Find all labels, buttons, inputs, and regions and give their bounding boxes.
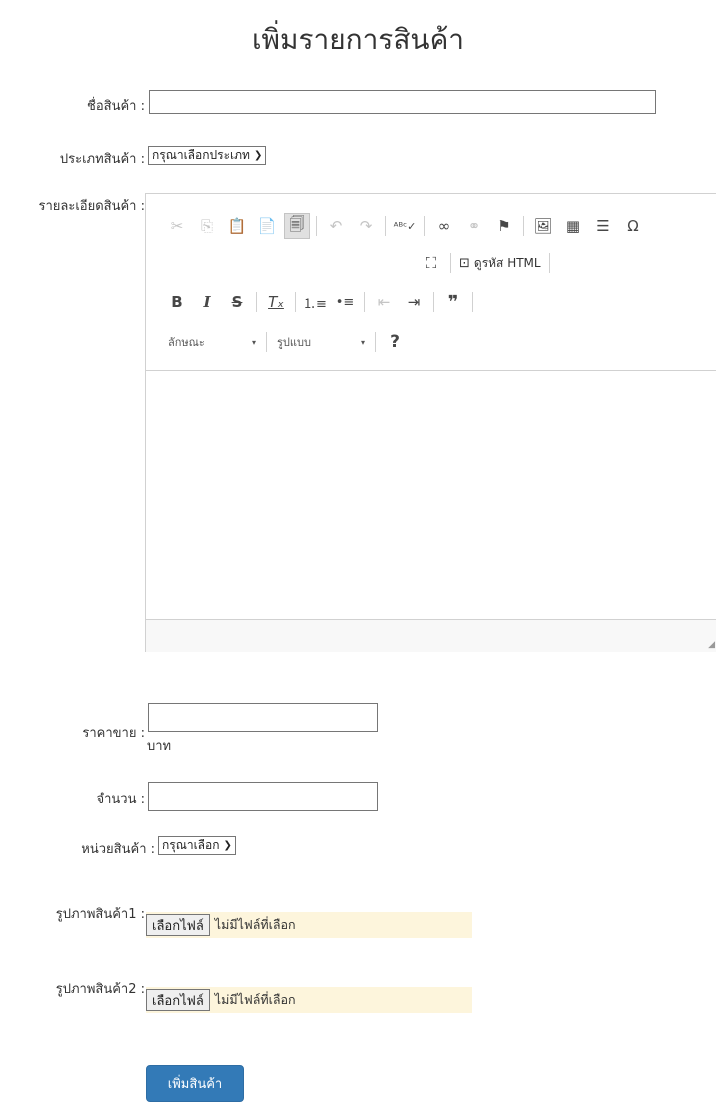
- image2-file-status: ไม่มีไฟล์ที่เลือก: [214, 992, 296, 1007]
- product-name-input[interactable]: [149, 90, 656, 114]
- bold-icon[interactable]: B: [164, 289, 190, 315]
- spellcheck-icon[interactable]: ᴬᴮᶜ✓: [392, 213, 418, 239]
- format-combo[interactable]: รูปแบบ ▾: [271, 333, 371, 351]
- chevron-down-icon: ❯: [223, 840, 232, 851]
- paste-icon[interactable]: 📋: [224, 213, 250, 239]
- editor-toolbar: ✂ ⎘ 📋 📄 🗐 ↶ ↷ ᴬᴮᶜ✓ ∞ ⚭ ⚑ 🖼 ▦ ☰ Ω ⛶ ⊡ ดูร…: [146, 194, 716, 371]
- special-char-icon[interactable]: Ω: [620, 213, 646, 239]
- editor-status-bar: ◢: [146, 619, 716, 652]
- combo-arrow-icon: ▾: [251, 337, 256, 347]
- product-type-label: ประเภทสินค้า :: [59, 152, 145, 167]
- italic-icon[interactable]: I: [194, 289, 220, 315]
- combo-arrow-icon: ▾: [360, 337, 365, 347]
- page-title: เพิ่มรายการสินค้า: [251, 23, 465, 56]
- maximize-icon[interactable]: ⛶: [418, 250, 444, 276]
- copy-icon[interactable]: ⎘: [194, 213, 220, 239]
- help-icon[interactable]: ?: [382, 329, 408, 355]
- format-combo-label: รูปแบบ: [277, 336, 311, 349]
- add-product-button[interactable]: เพิ่มสินค้า: [146, 1065, 244, 1102]
- image1-file-status: ไม่มีไฟล์ที่เลือก: [214, 917, 296, 932]
- image2-label: รูปภาพสินค้า2 :: [55, 982, 145, 997]
- source-icon: ⊡: [459, 255, 470, 271]
- product-name-label: ชื่อสินค้า :: [87, 99, 145, 114]
- bulleted-list-icon[interactable]: •≡: [332, 289, 358, 315]
- numbered-list-icon[interactable]: ⒈≡: [302, 289, 328, 315]
- editor-content-area[interactable]: [146, 371, 716, 619]
- styles-combo[interactable]: ลักษณะ ▾: [162, 333, 262, 351]
- paste-word-icon[interactable]: 🗐: [284, 213, 310, 239]
- source-label: ดูรหัส HTML: [473, 255, 541, 270]
- anchor-icon[interactable]: ⚑: [491, 213, 517, 239]
- product-detail-label: รายละเอียดสินค้า :: [38, 199, 146, 214]
- unit-selected: กรุณาเลือก: [162, 838, 220, 852]
- indent-icon[interactable]: ⇥: [401, 289, 427, 315]
- chevron-down-icon: ❯: [253, 150, 263, 161]
- product-type-selected: กรุณาเลือกประเภท: [152, 148, 250, 162]
- price-unit: บาท: [147, 739, 172, 754]
- cut-icon[interactable]: ✂: [164, 213, 190, 239]
- link-icon[interactable]: ∞: [431, 213, 457, 239]
- remove-format-icon[interactable]: Tₓ: [263, 289, 289, 315]
- quantity-label: จำนวน :: [96, 792, 145, 807]
- source-button[interactable]: ⊡ ดูรหัส HTML: [455, 254, 545, 273]
- unlink-icon[interactable]: ⚭: [461, 213, 487, 239]
- product-type-select[interactable]: กรุณาเลือกประเภท ❯: [148, 146, 267, 165]
- horizontal-line-icon[interactable]: ☰: [590, 213, 616, 239]
- price-input[interactable]: [148, 703, 378, 732]
- styles-combo-label: ลักษณะ: [168, 336, 205, 349]
- image-icon[interactable]: 🖼: [530, 213, 556, 239]
- unit-select[interactable]: กรุณาเลือก ❯: [158, 836, 236, 855]
- blockquote-icon[interactable]: ❞: [440, 289, 466, 315]
- strike-icon[interactable]: S: [224, 289, 250, 315]
- redo-icon[interactable]: ↷: [353, 213, 379, 239]
- paste-text-icon[interactable]: 📄: [254, 213, 280, 239]
- image2-file-input: เลือกไฟล์ ไม่มีไฟล์ที่เลือก: [146, 987, 472, 1013]
- resize-handle-icon[interactable]: ◢: [708, 640, 715, 650]
- unit-label: หน่วยสินค้า :: [81, 842, 155, 857]
- undo-icon[interactable]: ↶: [323, 213, 349, 239]
- rich-text-editor: ✂ ⎘ 📋 📄 🗐 ↶ ↷ ᴬᴮᶜ✓ ∞ ⚭ ⚑ 🖼 ▦ ☰ Ω ⛶ ⊡ ดูร…: [145, 193, 716, 652]
- quantity-input[interactable]: [148, 782, 378, 811]
- table-icon[interactable]: ▦: [560, 213, 586, 239]
- price-label: ราคาขาย :: [82, 726, 145, 741]
- image2-choose-file-button[interactable]: เลือกไฟล์: [146, 989, 210, 1011]
- image1-label: รูปภาพสินค้า1 :: [55, 907, 145, 922]
- image1-file-input: เลือกไฟล์ ไม่มีไฟล์ที่เลือก: [146, 912, 472, 938]
- image1-choose-file-button[interactable]: เลือกไฟล์: [146, 914, 210, 936]
- outdent-icon[interactable]: ⇤: [371, 289, 397, 315]
